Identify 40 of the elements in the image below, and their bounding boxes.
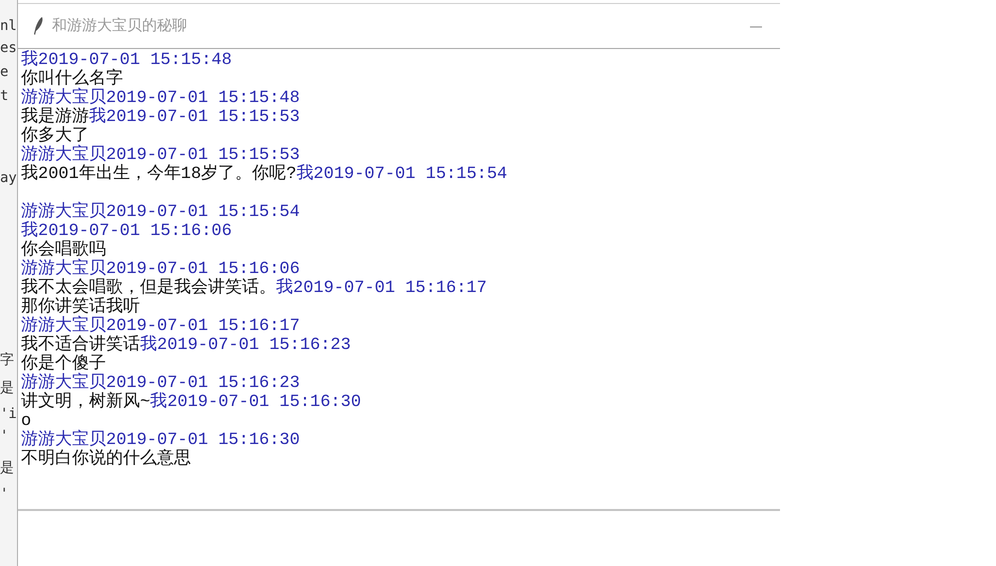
sender-timestamp: 我2019-07-01 15:16:30 (150, 393, 362, 412)
sender-timestamp: 游游大宝贝2019-07-01 15:16:23 (21, 374, 300, 393)
background-text: 是 (0, 380, 14, 396)
message-text: 讲文明，树新风~ (21, 393, 150, 412)
sender-timestamp: 游游大宝贝2019-07-01 15:15:48 (21, 89, 300, 108)
sender-timestamp: 我2019-07-01 15:15:53 (89, 108, 300, 127)
minimize-button[interactable]: — (748, 17, 764, 35)
message-text: 那你讲笑话我听 (21, 298, 140, 317)
message-text: 不明白你说的什么意思 (21, 450, 191, 469)
background-text: 是 (0, 460, 14, 476)
message-text: 我不太会唱歌，但是我会讲笑话。 (21, 279, 276, 298)
feather-icon (34, 16, 44, 36)
sender-timestamp: 我2019-07-01 15:16:06 (21, 222, 232, 241)
background-text: 字 (0, 352, 14, 368)
background-text: t (0, 88, 8, 104)
sender-timestamp: 游游大宝贝2019-07-01 15:15:54 (21, 203, 300, 222)
background-text: nl (0, 18, 17, 34)
sender-timestamp: 我2019-07-01 15:15:54 (296, 165, 508, 184)
message-text: 我不适合讲笑话 (21, 336, 140, 355)
background-text: ' (0, 486, 8, 502)
background-text: es (0, 40, 17, 56)
background-text: e (0, 64, 8, 80)
message-text: o (21, 412, 32, 431)
sender-timestamp: 我2019-07-01 15:16:23 (140, 336, 351, 355)
window-title: 和游游大宝贝的秘聊 (52, 16, 187, 36)
background-text: ' (0, 428, 8, 444)
message-text: 你是个傻子 (21, 355, 106, 374)
background-text: 'i (0, 406, 17, 422)
sender-timestamp: 我2019-07-01 15:15:48 (21, 51, 232, 70)
message-text: 我是游游 (21, 108, 89, 127)
message-text: 我2001年出生，今年18岁了。你呢? (21, 165, 296, 184)
background-text: ay (0, 170, 17, 186)
message-text: 你叫什么名字 (21, 70, 123, 89)
sender-timestamp: 游游大宝贝2019-07-01 15:16:06 (21, 260, 300, 279)
sender-timestamp: 游游大宝贝2019-07-01 15:15:53 (21, 146, 300, 165)
sender-timestamp: 游游大宝贝2019-07-01 15:16:17 (21, 317, 300, 336)
message-text: 你会唱歌吗 (21, 241, 106, 260)
message-text: 你多大了 (21, 127, 89, 146)
sender-timestamp: 我2019-07-01 15:16:17 (276, 279, 487, 298)
sender-timestamp: 游游大宝贝2019-07-01 15:16:30 (21, 431, 300, 450)
